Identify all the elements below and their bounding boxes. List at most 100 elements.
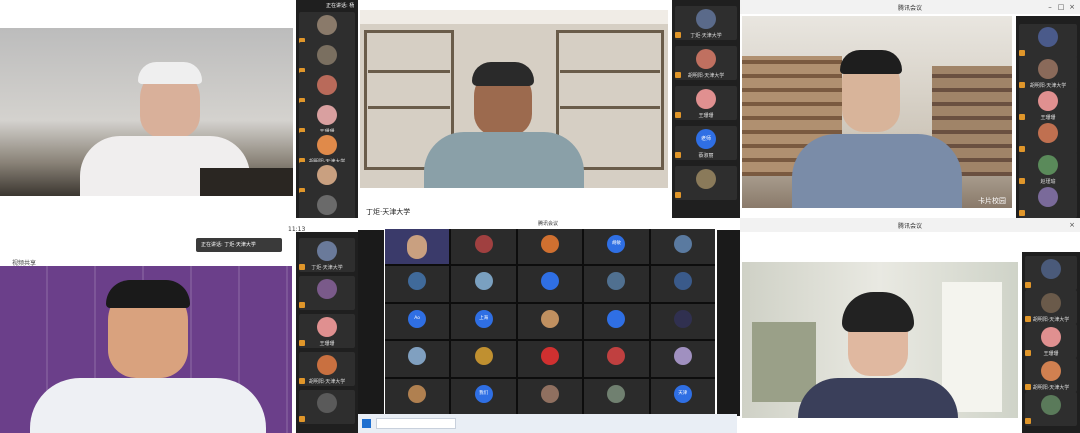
- avatar: [540, 384, 559, 403]
- avatar: [673, 309, 692, 328]
- participant-strip-3[interactable]: 胡明阳·天津大学 王珊珊赵瑾瑜: [1016, 16, 1080, 218]
- participant-tile[interactable]: 王珊珊: [675, 86, 737, 120]
- gallery-tile[interactable]: [385, 229, 450, 265]
- gallery-tile[interactable]: Ao: [385, 303, 450, 340]
- participant-tile[interactable]: 胡明阳·天津大学: [299, 132, 355, 166]
- gallery-side-left: [358, 230, 384, 416]
- video-panel-2: 丁炬·天津大学 丁炬·天津大学胡明阳·天津大学王珊珊老师 蔡淑丽: [358, 0, 740, 218]
- participant-tile[interactable]: 胡明阳·天津大学: [1025, 290, 1077, 324]
- gallery-tile[interactable]: [517, 266, 583, 302]
- gallery-tile[interactable]: 我们: [451, 378, 516, 414]
- video-panel-6: 腾讯会议 × 胡明阳·天津大学 王珊珊 胡明阳·天津大学: [740, 218, 1080, 433]
- mic-icon: [299, 378, 305, 384]
- gallery-tile[interactable]: [517, 303, 583, 340]
- avatar: [696, 49, 716, 69]
- participant-name: 王珊珊: [698, 113, 714, 119]
- participant-tile[interactable]: [299, 42, 355, 76]
- gallery-tile[interactable]: [451, 229, 516, 265]
- participant-tile[interactable]: [1019, 184, 1077, 218]
- avatar: 胡敏: [607, 235, 626, 253]
- participant-tile[interactable]: 胡明阳·天津大学: [1019, 56, 1077, 90]
- gallery-tile[interactable]: [517, 378, 583, 414]
- gallery-tile[interactable]: [650, 266, 715, 302]
- avatar: [1041, 259, 1061, 279]
- gallery-tile[interactable]: [451, 341, 516, 377]
- meeting-titlebar-2: 腾讯会议 ×: [740, 218, 1080, 232]
- participant-tile[interactable]: 王珊珊: [1019, 88, 1077, 122]
- speaker-video-6: [742, 262, 1018, 418]
- start-icon[interactable]: [362, 419, 371, 428]
- minimize-icon[interactable]: –: [1046, 3, 1054, 11]
- avatar: [317, 195, 337, 215]
- gallery-tile[interactable]: [584, 266, 649, 302]
- participant-tile[interactable]: 丁炬·天津大学: [299, 238, 355, 272]
- avatar: [673, 272, 692, 291]
- participant-name: 王珊珊: [1043, 351, 1059, 357]
- participant-tile[interactable]: [299, 390, 355, 424]
- participant-tile[interactable]: 赵瑾瑜: [1019, 152, 1077, 186]
- speaking-notice-box: 正在讲话: 丁炬·天津大学: [196, 238, 282, 252]
- gallery-tile[interactable]: [517, 341, 583, 377]
- avatar: [317, 135, 337, 155]
- gallery-tile[interactable]: [517, 229, 583, 265]
- participant-strip-2[interactable]: 丁炬·天津大学胡明阳·天津大学王珊珊老师 蔡淑丽: [672, 0, 740, 218]
- participant-tile[interactable]: 老师 蔡淑丽: [675, 126, 737, 160]
- participant-tile[interactable]: 胡明阳·天津大学: [675, 46, 737, 80]
- avatar: [696, 169, 716, 189]
- participant-strip-1[interactable]: 正在讲话: 杨 王珊珊胡明阳·天津大学: [296, 0, 358, 218]
- mic-icon: [1025, 316, 1031, 322]
- participant-name: 胡明阳·天津大学: [308, 379, 346, 385]
- avatar: 我们: [474, 384, 493, 403]
- maximize-icon[interactable]: □: [1057, 3, 1065, 11]
- participant-tile[interactable]: [299, 72, 355, 106]
- gallery-tile[interactable]: [584, 341, 649, 377]
- participant-tile[interactable]: 王珊珊: [1025, 324, 1077, 358]
- participant-strip-6[interactable]: 胡明阳·天津大学 王珊珊 胡明阳·天津大学: [1022, 252, 1080, 433]
- participant-tile[interactable]: 胡明阳·天津大学: [299, 352, 355, 386]
- participant-tile[interactable]: [299, 162, 355, 196]
- participant-tile[interactable]: [299, 12, 355, 46]
- avatar: [317, 279, 337, 299]
- avatar: [317, 317, 337, 337]
- participant-tile[interactable]: [1025, 256, 1077, 290]
- avatar: [1041, 327, 1061, 347]
- gallery-tile[interactable]: 天津: [650, 378, 715, 414]
- close-icon[interactable]: ×: [1068, 221, 1076, 229]
- gallery-tile[interactable]: [650, 341, 715, 377]
- gallery-tile[interactable]: [584, 303, 649, 340]
- avatar: [1038, 91, 1058, 111]
- participant-tile[interactable]: 胡明阳·天津大学: [1025, 358, 1077, 392]
- gallery-tile[interactable]: [650, 303, 715, 340]
- participant-strip-4[interactable]: 丁炬·天津大学 王珊珊胡明阳·天津大学: [296, 232, 358, 433]
- video-caption: 卡片校园: [978, 197, 1006, 205]
- participant-name: 丁炬·天津大学: [690, 33, 722, 39]
- participant-tile[interactable]: [1019, 24, 1077, 58]
- taskbar-search-box[interactable]: [376, 418, 456, 429]
- gallery-tile[interactable]: 胡敏: [584, 229, 649, 265]
- gallery-tile[interactable]: [385, 266, 450, 302]
- close-icon[interactable]: ×: [1068, 3, 1076, 11]
- speaker-video-1: [0, 28, 293, 196]
- gallery-side-right: [717, 230, 740, 416]
- participant-tile[interactable]: [1019, 120, 1077, 154]
- participant-tile[interactable]: [675, 166, 737, 200]
- gallery-tile[interactable]: [451, 266, 516, 302]
- speaker-video-3: [742, 16, 1012, 208]
- mic-icon: [1025, 350, 1031, 356]
- gallery-tile[interactable]: [650, 229, 715, 265]
- participant-tile[interactable]: [1025, 392, 1077, 426]
- gallery-tile[interactable]: [385, 341, 450, 377]
- participant-tile[interactable]: [299, 276, 355, 310]
- participant-tile[interactable]: 王珊珊: [299, 102, 355, 136]
- participant-tile[interactable]: 王珊珊: [299, 314, 355, 348]
- gallery-tile[interactable]: [584, 378, 649, 414]
- speaking-notice: 正在讲话: 杨: [326, 3, 355, 9]
- participant-tile[interactable]: [299, 192, 355, 218]
- participant-tile[interactable]: 丁炬·天津大学: [675, 6, 737, 40]
- avatar: [607, 309, 626, 328]
- gallery-tile[interactable]: 上海: [451, 303, 516, 340]
- gallery-tile[interactable]: [385, 378, 450, 414]
- participant-name: 胡明阳·天津大学: [1032, 317, 1070, 323]
- avatar: 老师: [696, 129, 716, 149]
- avatar: [317, 355, 337, 375]
